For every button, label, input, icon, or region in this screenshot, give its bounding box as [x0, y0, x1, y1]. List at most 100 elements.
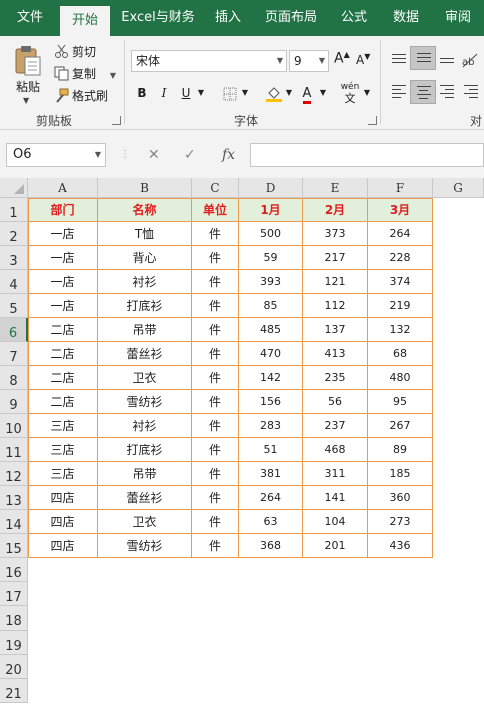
- table-cell[interactable]: 四店: [28, 534, 98, 558]
- tab-excel-finance[interactable]: Excel与财务: [116, 0, 200, 36]
- table-cell[interactable]: 二店: [28, 318, 98, 342]
- table-cell[interactable]: 51: [239, 438, 303, 462]
- name-box[interactable]: O6 ▼: [6, 143, 106, 167]
- table-cell[interactable]: 104: [303, 510, 368, 534]
- underline-button[interactable]: U: [178, 82, 194, 104]
- table-cell[interactable]: 219: [368, 294, 433, 318]
- paste-icon[interactable]: [14, 44, 42, 76]
- table-cell[interactable]: 59: [239, 246, 303, 270]
- table-cell[interactable]: 件: [192, 318, 239, 342]
- table-cell[interactable]: 360: [368, 486, 433, 510]
- tab-insert[interactable]: 插入: [206, 0, 250, 36]
- table-cell[interactable]: 一店: [28, 222, 98, 246]
- paste-button[interactable]: 粘贴: [16, 78, 40, 95]
- table-cell[interactable]: 85: [239, 294, 303, 318]
- table-cell[interactable]: 雪纺衫: [98, 390, 192, 414]
- row-header-12[interactable]: 12: [0, 462, 28, 486]
- copy-button[interactable]: 复制 ▼: [54, 64, 116, 84]
- column-header-f[interactable]: F: [368, 178, 433, 198]
- table-header-cell[interactable]: 2月: [303, 198, 368, 222]
- insert-function-button[interactable]: fx: [222, 143, 235, 167]
- select-all-button[interactable]: [0, 178, 28, 198]
- font-launcher-icon[interactable]: [368, 116, 377, 125]
- table-cell[interactable]: 468: [303, 438, 368, 462]
- table-cell[interactable]: 393: [239, 270, 303, 294]
- row-header-9[interactable]: 9: [0, 390, 28, 414]
- table-cell[interactable]: 打底衫: [98, 294, 192, 318]
- row-header-3[interactable]: 3: [0, 246, 28, 270]
- row-header-16[interactable]: 16: [0, 558, 28, 583]
- table-cell[interactable]: 89: [368, 438, 433, 462]
- decrease-indent-button[interactable]: [458, 80, 484, 104]
- font-name-select[interactable]: 宋体 ▼: [131, 50, 287, 72]
- orientation-button[interactable]: ab: [458, 48, 484, 72]
- table-header-cell[interactable]: 名称: [98, 198, 192, 222]
- row-header-4[interactable]: 4: [0, 270, 28, 294]
- align-center-button[interactable]: [410, 80, 436, 104]
- table-cell[interactable]: 件: [192, 366, 239, 390]
- table-cell[interactable]: 56: [303, 390, 368, 414]
- table-cell[interactable]: 413: [303, 342, 368, 366]
- table-header-cell[interactable]: 部门: [28, 198, 98, 222]
- row-header-5[interactable]: 5: [0, 294, 28, 318]
- table-cell[interactable]: 卫衣: [98, 366, 192, 390]
- cut-button[interactable]: 剪切: [54, 42, 96, 62]
- table-cell[interactable]: 273: [368, 510, 433, 534]
- align-bottom-button[interactable]: [434, 48, 460, 72]
- table-cell[interactable]: 一店: [28, 294, 98, 318]
- italic-button[interactable]: I: [156, 82, 172, 104]
- font-size-select[interactable]: 9 ▼: [289, 50, 329, 72]
- font-color-dropdown-icon[interactable]: ▼: [318, 82, 328, 104]
- table-cell[interactable]: 228: [368, 246, 433, 270]
- table-cell[interactable]: 一店: [28, 246, 98, 270]
- table-cell[interactable]: 264: [368, 222, 433, 246]
- tab-review[interactable]: 审阅: [436, 0, 480, 36]
- phonetic-button[interactable]: wén 文: [338, 82, 362, 104]
- align-right-button[interactable]: [434, 80, 460, 104]
- table-cell[interactable]: 500: [239, 222, 303, 246]
- table-cell[interactable]: 137: [303, 318, 368, 342]
- table-cell[interactable]: 三店: [28, 438, 98, 462]
- table-cell[interactable]: 267: [368, 414, 433, 438]
- table-header-cell[interactable]: 1月: [239, 198, 303, 222]
- column-header-c[interactable]: C: [192, 178, 239, 198]
- table-cell[interactable]: 68: [368, 342, 433, 366]
- table-cell[interactable]: 112: [303, 294, 368, 318]
- table-cell[interactable]: 件: [192, 270, 239, 294]
- row-header-7[interactable]: 7: [0, 342, 28, 366]
- table-cell[interactable]: 吊带: [98, 462, 192, 486]
- copy-dropdown-icon[interactable]: ▼: [110, 71, 116, 80]
- row-header-20[interactable]: 20: [0, 654, 28, 679]
- phonetic-dropdown-icon[interactable]: ▼: [362, 82, 372, 104]
- shrink-font-button[interactable]: A▼: [356, 52, 370, 67]
- underline-dropdown-icon[interactable]: ▼: [196, 82, 206, 104]
- table-cell[interactable]: 件: [192, 342, 239, 366]
- fill-color-button[interactable]: [264, 82, 284, 104]
- table-cell[interactable]: 217: [303, 246, 368, 270]
- table-cell[interactable]: 156: [239, 390, 303, 414]
- tab-formulas[interactable]: 公式: [332, 0, 376, 36]
- table-cell[interactable]: T恤: [98, 222, 192, 246]
- row-header-15[interactable]: 15: [0, 534, 28, 558]
- tab-file[interactable]: 文件: [6, 0, 54, 36]
- table-cell[interactable]: 三店: [28, 462, 98, 486]
- tab-home[interactable]: 开始: [60, 6, 110, 36]
- table-cell[interactable]: 121: [303, 270, 368, 294]
- table-cell[interactable]: 374: [368, 270, 433, 294]
- table-cell[interactable]: 二店: [28, 390, 98, 414]
- table-cell[interactable]: 背心: [98, 246, 192, 270]
- table-cell[interactable]: 件: [192, 510, 239, 534]
- table-cell[interactable]: 264: [239, 486, 303, 510]
- table-cell[interactable]: 件: [192, 414, 239, 438]
- table-cell[interactable]: 283: [239, 414, 303, 438]
- align-middle-button[interactable]: [410, 46, 436, 70]
- table-cell[interactable]: 311: [303, 462, 368, 486]
- formula-input[interactable]: [250, 143, 484, 167]
- table-cell[interactable]: 雪纺衫: [98, 534, 192, 558]
- row-header-2[interactable]: 2: [0, 222, 28, 246]
- grow-font-button[interactable]: A▲: [334, 50, 350, 67]
- fill-color-dropdown-icon[interactable]: ▼: [284, 82, 294, 104]
- font-color-button[interactable]: A: [298, 82, 316, 104]
- row-header-11[interactable]: 11: [0, 438, 28, 462]
- table-cell[interactable]: 四店: [28, 486, 98, 510]
